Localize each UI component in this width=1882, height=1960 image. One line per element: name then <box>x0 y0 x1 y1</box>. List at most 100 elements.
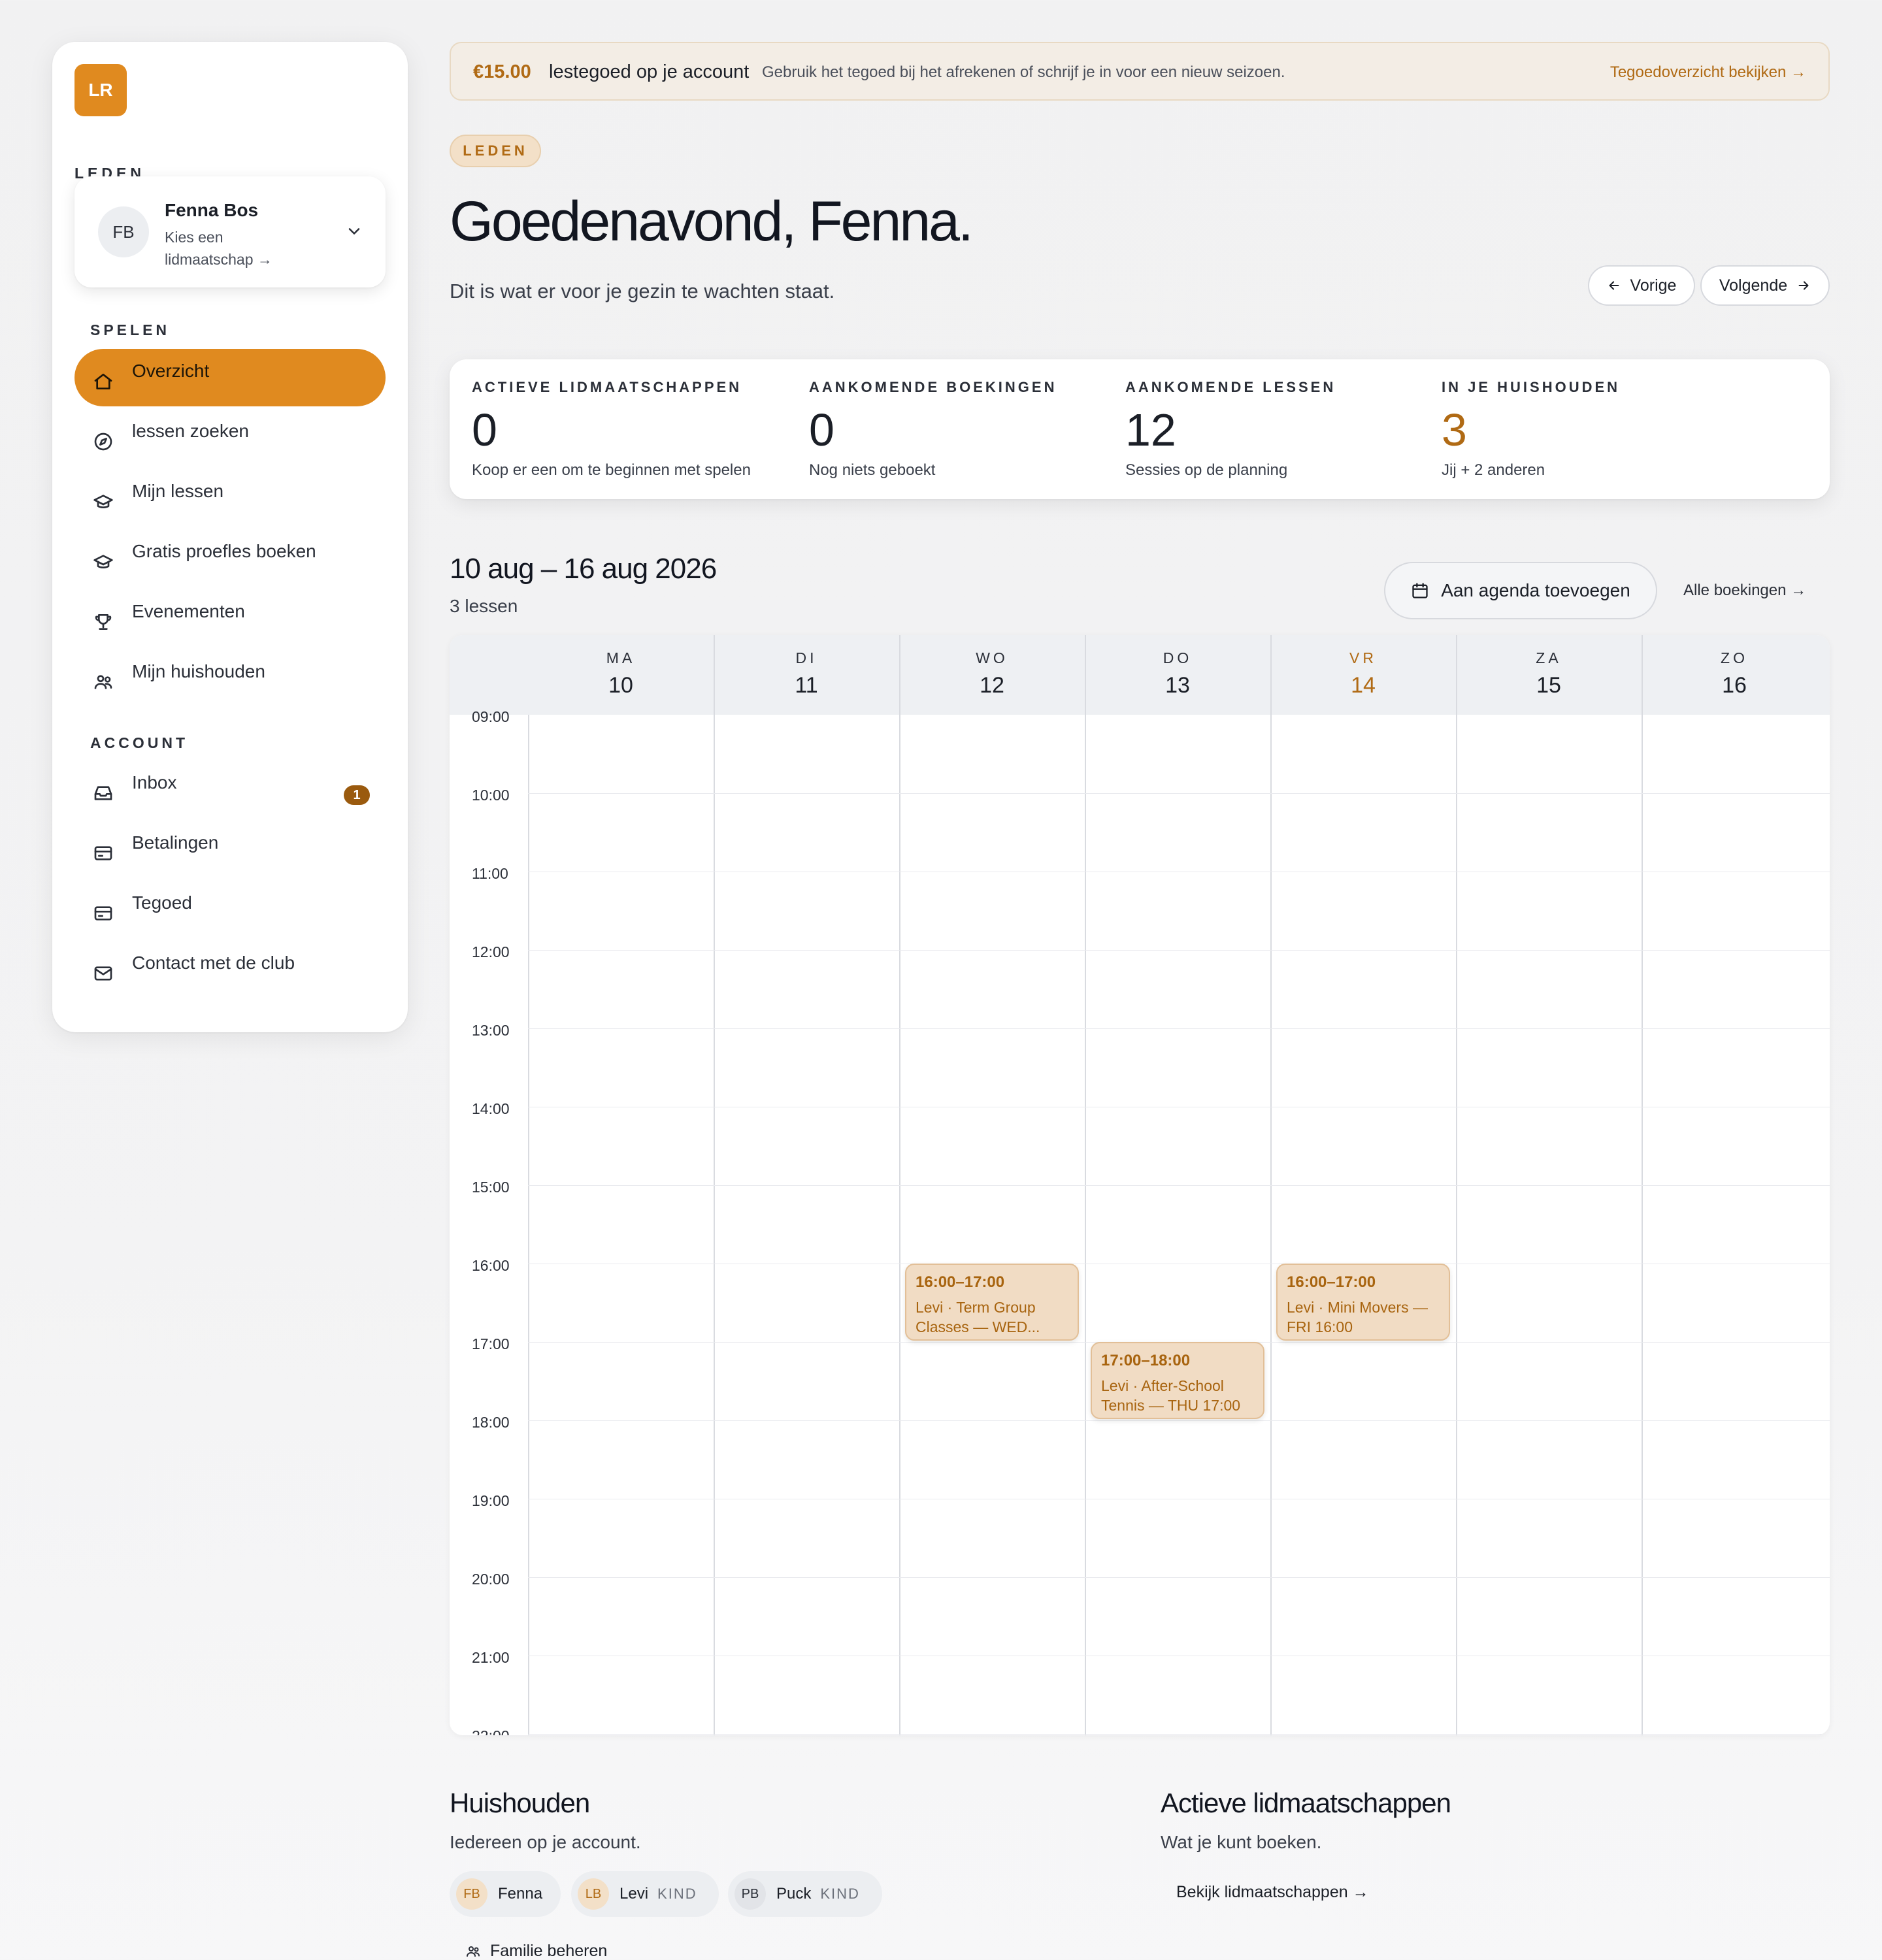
stats-card: ACTIEVE LIDMAATSCHAPPEN 0 Koop er een om… <box>450 359 1830 499</box>
hour-gridline <box>528 793 1830 794</box>
arrow-right-icon <box>1798 281 1809 290</box>
sidebar-item-inbox[interactable]: Inbox 1 <box>74 760 386 818</box>
household-member-chip[interactable]: PB Puck KIND <box>728 1871 882 1917</box>
household-subtitle: Iedereen op je account. <box>450 1832 641 1852</box>
member-kind-badge: KIND <box>820 1886 860 1902</box>
trophy-icon <box>95 614 112 630</box>
inbox-icon <box>94 786 112 800</box>
profile-name: Fenna Bos <box>165 200 259 220</box>
profile-subtitle[interactable]: Kies een lidmaatschap → <box>165 226 295 270</box>
day-date: 10 <box>608 673 633 698</box>
hour-label: 16:00 <box>472 1257 510 1274</box>
day-date: 14 <box>1351 673 1376 698</box>
stat-value: 3 <box>1442 404 1467 455</box>
hour-gridline <box>528 1420 1830 1421</box>
stat-label: ACTIEVE LIDMAATSCHAPPEN <box>472 379 742 395</box>
page-title: Goedenavond, Fenna. <box>450 190 974 253</box>
previous-week-button[interactable]: Vorige <box>1588 265 1695 306</box>
day-header: DI 11 <box>714 635 899 715</box>
hour-label: 14:00 <box>472 1100 510 1117</box>
day-date: 13 <box>1165 673 1190 698</box>
graduation-cap-icon <box>93 495 113 508</box>
stat-subtitle: Sessies op de planning <box>1125 461 1288 479</box>
sidebar-item-household[interactable]: Mijn huishouden <box>74 649 386 707</box>
memberships-subtitle: Wat je kunt boeken. <box>1161 1832 1322 1852</box>
day-name: VR <box>1349 649 1377 666</box>
avatar: FB <box>98 206 149 257</box>
hour-label: 18:00 <box>472 1414 510 1431</box>
hour-label: 11:00 <box>472 865 508 882</box>
stat-label: AANKOMENDE LESSEN <box>1125 379 1336 395</box>
day-header: ZO 16 <box>1642 635 1827 715</box>
hour-label: 17:00 <box>472 1335 510 1352</box>
sidebar-item-label: Overzicht <box>132 361 210 381</box>
credit-title: lestegoed op je account <box>549 61 750 82</box>
day-name: ZO <box>1721 649 1748 666</box>
previous-label: Vorige <box>1630 276 1677 295</box>
hour-label: 10:00 <box>472 787 510 804</box>
sidebar-item-my-lessons[interactable]: Mijn lessen <box>74 469 386 527</box>
sidebar-item-label: Betalingen <box>132 832 219 853</box>
household-member-chip[interactable]: LB Levi KIND <box>571 1871 719 1917</box>
chevron-down-icon[interactable] <box>345 222 363 240</box>
member-name: Levi <box>619 1885 649 1903</box>
credit-amount: €15.00 <box>473 61 531 82</box>
mail-icon <box>94 966 112 981</box>
calendar-event[interactable]: 17:00–18:00 Levi · After-School Tennis — … <box>1091 1342 1264 1419</box>
stat-household: IN JE HUISHOUDEN 3 Jij + 2 anderen <box>1419 359 1811 499</box>
day-name: MA <box>606 649 636 666</box>
view-memberships-link[interactable]: Bekijk lidmaatschappen → <box>1176 1883 1369 1902</box>
hour-label: 20:00 <box>472 1571 510 1588</box>
stat-upcoming-lessons: AANKOMENDE LESSEN 12 Sessies op de plann… <box>1103 359 1419 499</box>
calendar-icon <box>1412 583 1428 598</box>
credit-card-icon <box>94 846 112 860</box>
avatar: FB <box>456 1878 487 1910</box>
arrow-left-icon <box>1609 281 1619 290</box>
logo[interactable]: LR <box>74 64 127 116</box>
memberships-title: Actieve lidmaatschappen <box>1161 1788 1451 1818</box>
sidebar-item-find-lessons[interactable]: lessen zoeken <box>74 409 386 466</box>
hour-gridline <box>528 1577 1830 1578</box>
section-label-account: ACCOUNT <box>90 734 188 751</box>
calendar-event[interactable]: 16:00–17:00 Levi · Term Group Classes — W… <box>905 1264 1079 1341</box>
stat-value: 0 <box>809 404 834 455</box>
credit-description: Gebruik het tegoed bij het afrekenen of … <box>762 63 1285 81</box>
stat-active-memberships: ACTIEVE LIDMAATSCHAPPEN 0 Koop er een om… <box>450 359 787 499</box>
sidebar-item-overview[interactable]: Overzicht <box>74 349 386 406</box>
users-icon <box>94 675 112 689</box>
stat-subtitle: Jij + 2 anderen <box>1442 461 1545 479</box>
day-name: ZA <box>1536 649 1562 666</box>
household-member-chip[interactable]: FB Fenna <box>450 1871 561 1917</box>
manage-family-link[interactable]: Familie beheren <box>465 1942 607 1960</box>
sidebar-item-label: Mijn lessen <box>132 481 224 501</box>
sidebar-item-label: Inbox <box>132 772 177 792</box>
hour-gridline <box>528 1028 1830 1029</box>
day-header: DO 13 <box>1085 635 1270 715</box>
all-bookings-link[interactable]: Alle boekingen → <box>1683 581 1806 600</box>
section-label-play: SPELEN <box>90 321 171 338</box>
sidebar-item-payments[interactable]: Betalingen <box>74 821 386 878</box>
profile-switcher[interactable]: FB Fenna Bos Kies een lidmaatschap → <box>74 176 386 287</box>
stat-upcoming-bookings: AANKOMENDE BOEKINGEN 0 Nog niets geboekt <box>787 359 1103 499</box>
stat-value: 0 <box>472 404 497 455</box>
day-date: 16 <box>1722 673 1747 698</box>
credit-overview-link[interactable]: Tegoedoverzicht bekijken → <box>1610 63 1806 82</box>
sidebar-item-trial-lesson[interactable]: Gratis proefles boeken <box>74 529 386 587</box>
day-name: WO <box>976 649 1008 666</box>
sidebar-item-credit[interactable]: Tegoed <box>74 881 386 938</box>
add-to-calendar-button[interactable]: Aan agenda toevoegen <box>1384 562 1657 619</box>
sidebar-item-contact[interactable]: Contact met de club <box>74 941 386 998</box>
hour-label: 09:00 <box>472 708 510 725</box>
stat-label: AANKOMENDE BOEKINGEN <box>809 379 1057 395</box>
add-to-calendar-label: Aan agenda toevoegen <box>1441 580 1630 600</box>
hour-label: 21:00 <box>472 1649 510 1666</box>
next-label: Volgende <box>1719 276 1788 295</box>
sidebar-item-events[interactable]: Evenementen <box>74 589 386 647</box>
member-name: Fenna <box>498 1885 543 1903</box>
next-week-button[interactable]: Volgende <box>1700 265 1830 306</box>
sidebar-item-label: Tegoed <box>132 892 192 913</box>
users-icon <box>467 1946 480 1957</box>
page-subtitle: Dit is wat er voor je gezin te wachten s… <box>450 280 835 302</box>
stat-subtitle: Nog niets geboekt <box>809 461 936 479</box>
calendar-event[interactable]: 16:00–17:00 Levi · Mini Movers — FRI 16:0… <box>1276 1264 1450 1341</box>
